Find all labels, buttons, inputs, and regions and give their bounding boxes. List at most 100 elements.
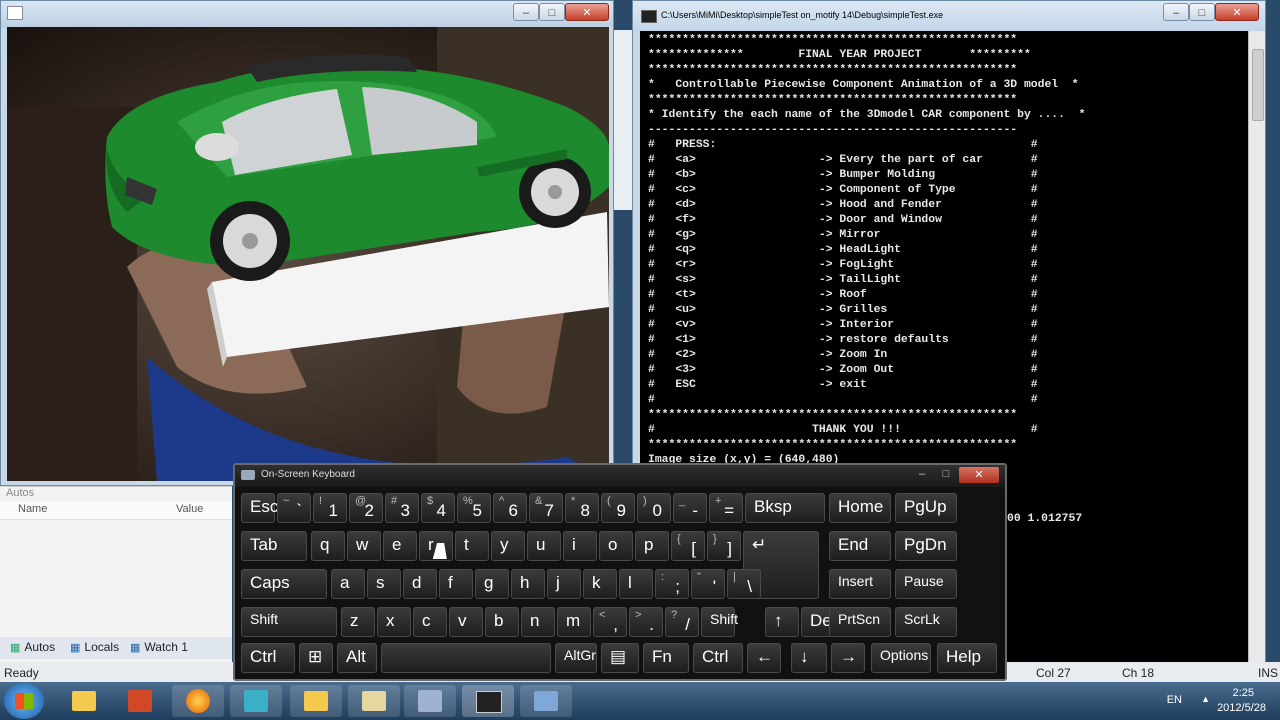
key-[interactable]: → bbox=[831, 643, 865, 673]
key-space[interactable] bbox=[381, 643, 551, 673]
key-o[interactable]: o bbox=[599, 531, 633, 561]
key-scrlk[interactable]: ScrLk bbox=[895, 607, 957, 637]
column-value[interactable]: Value bbox=[176, 503, 203, 515]
key-[interactable]: | \ bbox=[727, 569, 761, 599]
tray-arrow-icon[interactable]: ▲ bbox=[1201, 694, 1210, 704]
taskbar-network[interactable] bbox=[520, 685, 572, 717]
tab-locals[interactable]: ▦ Locals bbox=[70, 640, 119, 654]
key-caps[interactable]: Caps bbox=[241, 569, 327, 599]
key-p[interactable]: p bbox=[635, 531, 669, 561]
console-scroll-thumb[interactable] bbox=[1252, 49, 1264, 121]
key-[interactable]: ↑ bbox=[765, 607, 799, 637]
key-k[interactable]: k bbox=[583, 569, 617, 599]
taskbar-explorer[interactable] bbox=[58, 685, 110, 717]
key-t[interactable]: t bbox=[455, 531, 489, 561]
key-tab[interactable]: Tab bbox=[241, 531, 307, 561]
key-3[interactable]: #3 bbox=[385, 493, 419, 523]
osk-maximize-button[interactable]: □ bbox=[935, 468, 957, 483]
key-j[interactable]: j bbox=[547, 569, 581, 599]
key-b[interactable]: b bbox=[485, 607, 519, 637]
key-h[interactable]: h bbox=[511, 569, 545, 599]
close-button[interactable]: ✕ bbox=[565, 3, 609, 21]
key-[interactable]: ▤ bbox=[601, 643, 639, 673]
key-l[interactable]: l bbox=[619, 569, 653, 599]
tab-watch[interactable]: ▦ Watch 1 bbox=[130, 640, 188, 654]
key-[interactable]: >. bbox=[629, 607, 663, 637]
key-[interactable]: ⊞ bbox=[299, 643, 333, 673]
key-prtscn[interactable]: PrtScn bbox=[829, 607, 891, 637]
key-[interactable]: + = bbox=[709, 493, 743, 523]
key-q[interactable]: q bbox=[311, 531, 345, 561]
key-shift[interactable]: Shift bbox=[701, 607, 738, 637]
key-f[interactable]: f bbox=[439, 569, 473, 599]
key-ctrl[interactable]: Ctrl bbox=[693, 643, 743, 673]
start-button[interactable] bbox=[4, 683, 44, 719]
key-g[interactable]: g bbox=[475, 569, 509, 599]
taskbar-folder[interactable] bbox=[290, 685, 342, 717]
key-9[interactable]: (9 bbox=[601, 493, 635, 523]
key-[interactable]: ? / bbox=[665, 607, 699, 637]
key-c[interactable]: c bbox=[413, 607, 447, 637]
key-pause[interactable]: Pause bbox=[895, 569, 957, 599]
key-insert[interactable]: Insert bbox=[829, 569, 891, 599]
key-ctrl[interactable]: Ctrl bbox=[241, 643, 295, 673]
key-options[interactable]: Options bbox=[871, 643, 931, 673]
key-0[interactable]: ) 0 bbox=[637, 493, 671, 523]
key-e[interactable]: e bbox=[383, 531, 417, 561]
key-home[interactable]: Home bbox=[829, 493, 891, 523]
key-2[interactable]: @2 bbox=[349, 493, 383, 523]
taskbar-app1[interactable] bbox=[348, 685, 400, 717]
console-scrollbar[interactable] bbox=[1248, 31, 1265, 663]
key-u[interactable]: u bbox=[527, 531, 561, 561]
key-[interactable]: }] bbox=[707, 531, 741, 561]
taskbar-powerpoint[interactable] bbox=[114, 685, 166, 717]
column-name[interactable]: Name bbox=[18, 503, 47, 515]
taskbar-media[interactable] bbox=[230, 685, 282, 717]
osk-minimize-button[interactable]: – bbox=[911, 468, 933, 483]
key-[interactable]: " ' bbox=[691, 569, 725, 599]
key-z[interactable]: z bbox=[341, 607, 375, 637]
ar-viewer-window[interactable]: – □ ✕ bbox=[0, 0, 614, 486]
key-[interactable]: ← bbox=[747, 643, 781, 673]
key-[interactable]: _ - bbox=[673, 493, 707, 523]
minimize-button[interactable]: – bbox=[513, 3, 539, 21]
language-indicator[interactable]: EN bbox=[1167, 694, 1182, 706]
key-1[interactable]: ! 1 bbox=[313, 493, 347, 523]
key-d[interactable]: d bbox=[403, 569, 437, 599]
taskbar-app2[interactable] bbox=[404, 685, 456, 717]
taskbar-firefox[interactable] bbox=[172, 685, 224, 717]
key-altgr[interactable]: AltGr bbox=[555, 643, 597, 673]
key-bksp[interactable]: Bksp bbox=[745, 493, 825, 523]
key-x[interactable]: x bbox=[377, 607, 411, 637]
osk-close-button[interactable]: ✕ bbox=[959, 467, 999, 483]
key-end[interactable]: End bbox=[829, 531, 891, 561]
key-[interactable]: :; bbox=[655, 569, 689, 599]
ar-viewer-titlebar[interactable]: – □ ✕ bbox=[1, 1, 613, 27]
on-screen-keyboard[interactable]: On-Screen Keyboard – □ ✕ Esc ~ `! 1 @2 #3 $4% 5… bbox=[233, 463, 1007, 681]
clock-date[interactable]: 2012/5/28 bbox=[1217, 702, 1266, 714]
clock-time[interactable]: 2:25 bbox=[1233, 687, 1254, 699]
key-[interactable]: ↓ bbox=[791, 643, 827, 673]
key-esc[interactable]: Esc bbox=[241, 493, 278, 523]
key-shift[interactable]: Shift bbox=[241, 607, 337, 637]
key-m[interactable]: m bbox=[557, 607, 591, 637]
key-a[interactable]: a bbox=[331, 569, 365, 599]
console-close-button[interactable]: ✕ bbox=[1215, 3, 1259, 21]
key-alt[interactable]: Alt bbox=[337, 643, 377, 673]
key-w[interactable]: w bbox=[347, 531, 381, 561]
key-4[interactable]: $4 bbox=[421, 493, 455, 523]
key-i[interactable]: i bbox=[563, 531, 597, 561]
key-7[interactable]: & 7 bbox=[529, 493, 563, 523]
taskbar-console[interactable] bbox=[462, 685, 514, 717]
console-minimize-button[interactable]: – bbox=[1163, 3, 1189, 21]
key-s[interactable]: s bbox=[367, 569, 401, 599]
key-fn[interactable]: Fn bbox=[643, 643, 689, 673]
key-help[interactable]: Help bbox=[937, 643, 997, 673]
key-v[interactable]: v bbox=[449, 607, 483, 637]
key-pgdn[interactable]: PgDn bbox=[895, 531, 957, 561]
key-[interactable]: ~ ` bbox=[277, 493, 311, 523]
key-6[interactable]: ^ 6 bbox=[493, 493, 527, 523]
key-pgup[interactable]: PgUp bbox=[895, 493, 957, 523]
key-[interactable]: {[ bbox=[671, 531, 705, 561]
tab-autos[interactable]: ▦ Autos bbox=[10, 640, 55, 654]
